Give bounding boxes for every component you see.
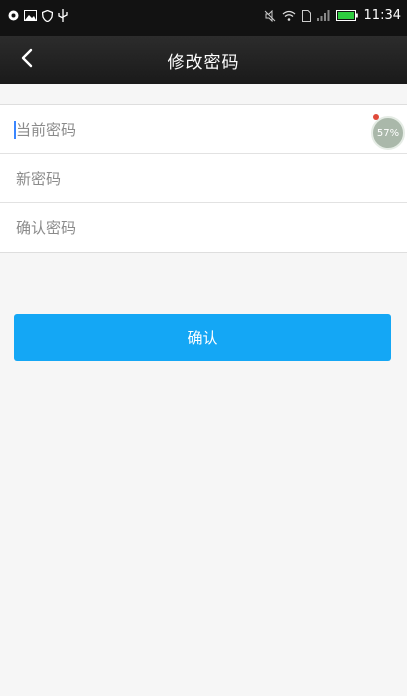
confirm-password-input[interactable] — [16, 203, 356, 252]
confirm-password-row — [0, 203, 407, 252]
signal-icon — [316, 10, 330, 21]
floating-memory-widget[interactable]: 57% — [371, 116, 405, 150]
new-password-row — [0, 154, 407, 203]
current-password-input[interactable] — [16, 105, 356, 154]
usb-icon — [58, 9, 68, 22]
password-form: 57% — [0, 104, 407, 253]
new-password-input[interactable] — [16, 154, 356, 203]
page-title: 修改密码 — [167, 53, 240, 73]
shield-icon — [42, 9, 53, 22]
sim-icon — [301, 9, 311, 22]
battery-icon — [335, 10, 358, 21]
current-password-row: 57% — [0, 105, 407, 154]
vpn-icon — [8, 10, 19, 21]
status-time: 11:34 — [363, 8, 401, 23]
image-icon — [24, 10, 37, 21]
mute-icon — [264, 9, 276, 22]
confirm-button[interactable]: 确认 — [14, 314, 391, 361]
status-right-icons: 11:34 — [264, 8, 401, 23]
status-left-icons — [8, 9, 68, 22]
status-bar: 11:34 — [0, 0, 407, 36]
wifi-icon — [282, 10, 296, 21]
titlebar: 修改密码 — [0, 36, 407, 84]
